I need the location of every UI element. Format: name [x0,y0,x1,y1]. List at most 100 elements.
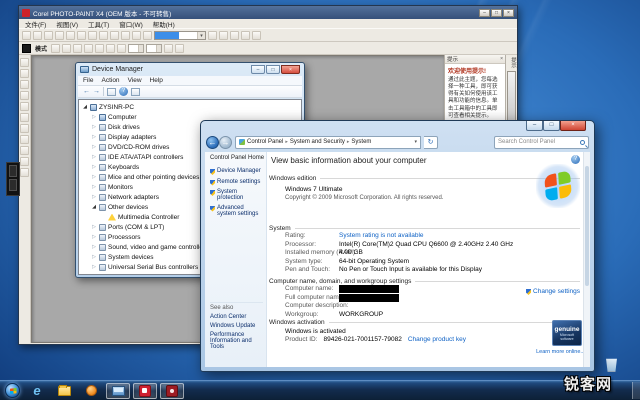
help-icon[interactable]: ? [571,155,580,164]
forward-button[interactable]: → [219,136,232,149]
toolbar-icon[interactable] [20,146,29,155]
scrollbar-thumb[interactable] [585,166,589,286]
device-manager-title-bar[interactable]: Device Manager – □ × [76,63,304,76]
toolbar-icon[interactable] [20,168,29,177]
toolbar-icon[interactable] [84,44,93,53]
change-settings-link[interactable]: Change settings [526,288,580,295]
toolbar-icon[interactable] [117,44,126,53]
corel-photopaint-button[interactable] [133,383,157,399]
system-window-button[interactable] [106,383,130,399]
breadcrumb-item[interactable]: Control Panel [247,139,283,145]
floating-tool-icon[interactable] [9,165,17,177]
floating-tool-icon[interactable] [9,179,17,191]
close-button[interactable]: × [560,121,586,131]
dm-menu-item[interactable]: File [83,77,93,84]
tree-expander-icon[interactable]: ▷ [91,194,97,200]
see-also-link[interactable]: Performance Information and Tools [210,332,263,350]
close-button[interactable]: × [503,9,514,17]
mode-icon[interactable] [22,44,31,53]
toolbar-icon[interactable] [20,58,29,67]
breadcrumb-dropdown-icon[interactable]: ▾ [414,139,417,145]
forward-icon[interactable]: → [93,87,100,97]
corel-menu-item[interactable]: 文件(F) [25,19,46,29]
tree-expander-icon[interactable]: ▷ [91,134,97,140]
corel-app-button[interactable] [160,383,184,399]
toolbar-icon[interactable] [20,113,29,122]
toolbar-icon[interactable] [132,31,141,40]
toolbar-icon[interactable] [88,31,97,40]
tree-expander-icon[interactable]: ▷ [91,234,97,240]
learn-more-link[interactable]: Learn more online... [536,349,585,355]
width-stepper[interactable] [128,44,144,53]
breadcrumb[interactable]: Control Panel▸System and Security▸System… [235,136,421,149]
maximize-button[interactable]: □ [266,65,280,74]
breadcrumb-item[interactable]: System and Security [290,139,345,145]
toolbar-icon[interactable] [219,31,228,40]
start-button[interactable] [2,383,22,399]
list-view-icon[interactable] [107,88,116,96]
corel-menu-item[interactable]: 工具(T) [88,19,109,29]
toolbar-icon[interactable] [22,31,31,40]
help-icon[interactable]: ? [119,87,128,96]
toolbar-icon[interactable] [20,80,29,89]
toolbar-icon[interactable] [175,44,184,53]
tree-expander-icon[interactable]: ▷ [91,114,97,120]
toolbar-icon[interactable] [121,31,130,40]
toolbar-icon[interactable] [20,91,29,100]
toolbar-icon[interactable] [143,31,152,40]
breadcrumb-item[interactable]: System [351,139,371,145]
tree-expander-icon[interactable]: ▷ [91,154,97,160]
chevron-down-icon[interactable]: ▾ [197,32,205,39]
maximize-button[interactable]: □ [543,121,560,131]
height-stepper[interactable] [146,44,162,53]
sidebar-link[interactable]: Device Manager [210,168,266,175]
dm-menu-item[interactable]: Action [101,77,119,84]
see-also-link[interactable]: Windows Update [210,323,263,329]
tree-expander-icon[interactable]: ▷ [91,264,97,270]
toolbar-icon[interactable] [20,157,29,166]
toolbar-icon[interactable] [51,44,60,53]
toolbar-icon[interactable] [252,31,261,40]
toolbar-icon[interactable] [208,31,217,40]
search-input[interactable]: Search Control Panel [494,136,589,149]
recycle-bin-icon[interactable] [605,357,618,372]
toolbar-icon[interactable] [62,44,71,53]
close-button[interactable]: × [281,65,300,74]
tree-expander-icon[interactable]: ▷ [91,254,97,260]
minimize-button[interactable]: – [479,9,490,17]
dm-menu-item[interactable]: View [128,77,142,84]
maximize-button[interactable]: □ [491,9,502,17]
toolbar-icon[interactable] [241,31,250,40]
change-product-key-link[interactable]: Change product key [408,336,466,343]
corel-menu-item[interactable]: 窗口(W) [119,19,142,29]
floating-toolbox[interactable] [6,162,20,196]
toolbar-icon[interactable] [33,31,42,40]
toolbar-icon[interactable] [20,69,29,78]
toolbar-icon[interactable] [99,31,108,40]
corel-title-bar[interactable]: Corel PHOTO-PAINT X4 (OEM 版本 - 不可转售) – □… [19,6,517,19]
toolbar-icon[interactable] [77,31,86,40]
docker-header[interactable]: 提示 × [445,55,505,64]
tree-expander-icon[interactable]: ▷ [91,224,97,230]
internet-explorer-button[interactable]: e [25,383,49,399]
toolbar-icon[interactable] [20,135,29,144]
tree-expander-icon[interactable]: ▷ [91,164,97,170]
see-also-link[interactable]: Action Center [210,314,263,320]
sidebar-link[interactable]: System protection [210,189,266,201]
back-button[interactable]: ← [206,136,219,149]
windows-explorer-button[interactable] [52,383,76,399]
tree-expander-icon[interactable]: ◢ [82,104,88,110]
media-app-button[interactable] [79,383,103,399]
toolbar-icon[interactable] [44,31,53,40]
sidebar-link[interactable]: Advanced system settings [210,205,266,217]
back-icon[interactable]: ← [83,87,90,97]
minimize-button[interactable]: – [526,121,543,131]
toolbar-icon[interactable] [20,124,29,133]
toolbar-icon[interactable] [20,102,29,111]
zoom-combo[interactable]: ▾ [154,31,206,40]
properties-icon[interactable] [131,88,140,96]
refresh-button[interactable]: ↻ [424,136,438,149]
dm-menu-item[interactable]: Help [150,77,163,84]
sidebar-link[interactable]: Remote settings [210,179,266,186]
toolbar-icon[interactable] [73,44,82,53]
